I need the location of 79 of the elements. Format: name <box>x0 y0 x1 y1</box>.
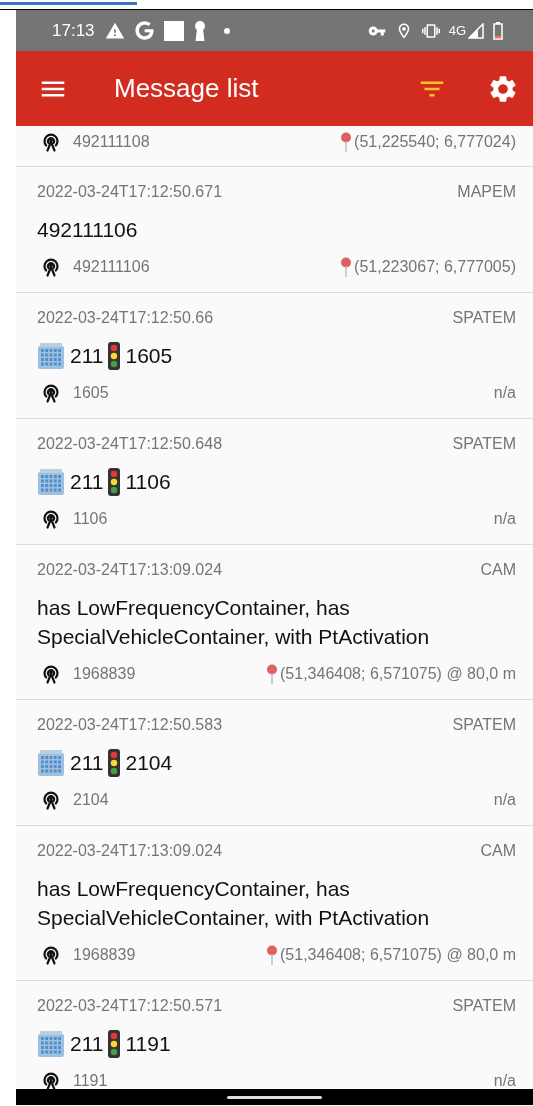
message-location: (51,225540; 6,777024) <box>354 132 516 152</box>
station-id: 1968839 <box>73 664 136 684</box>
keyhole-icon <box>193 20 206 41</box>
vibrate-icon <box>421 21 440 40</box>
signal-group-id: 1605 <box>125 343 173 369</box>
network-type: 4G <box>448 23 466 38</box>
g-icon <box>134 21 154 40</box>
message-timestamp: 2022-03-24T17:12:50.571 <box>37 996 223 1016</box>
pin-icon <box>266 664 279 684</box>
dot-icon <box>223 27 230 34</box>
message-item[interactable]: 2022-03-24T17:13:09.024 CAM has LowFrequencyContainer, has SpecialVehicleContainer, with PtActivation 1968839 (51,346408; 6,571075) @ 80,0 m <box>16 545 533 700</box>
antenna-icon <box>41 509 61 529</box>
home-handle[interactable] <box>227 1095 322 1099</box>
message-item[interactable]: 2022-03-24T17:12:50.66 SPATEM 211 1605 1605 n/a <box>16 293 533 419</box>
message-timestamp: 2022-03-24T17:12:50.648 <box>37 434 223 454</box>
message-item[interactable]: 2022-03-24T17:12:50.648 SPATEM 211 1106 1106 n/a <box>16 419 533 545</box>
intersection-id: 211 <box>70 343 104 369</box>
message-title: 492111106 <box>37 217 139 243</box>
antenna-icon <box>41 790 61 810</box>
station-id: 1106 <box>73 509 108 529</box>
antenna-icon <box>41 664 61 684</box>
intersection-id: 211 <box>70 1031 104 1057</box>
building-icon <box>37 342 65 369</box>
station-id: 492111108 <box>73 132 150 152</box>
message-type: SPATEM <box>452 996 516 1016</box>
antenna-icon <box>41 945 61 965</box>
building-icon <box>37 749 65 776</box>
message-timestamp: 2022-03-24T17:12:50.583 <box>37 715 223 735</box>
square-icon <box>163 20 184 41</box>
message-item[interactable]: 2022-03-24T17:12:50.583 SPATEM 211 2104 2104 n/a <box>16 700 533 826</box>
message-title: has LowFrequencyContainer, has SpecialVehicleContainer, with PtActivation <box>37 595 431 650</box>
message-timestamp: 2022-03-24T17:12:50.66 <box>37 308 214 328</box>
station-id: 492111106 <box>73 257 150 277</box>
signal-icon <box>468 22 484 39</box>
pin-icon <box>266 945 279 965</box>
station-id: 2104 <box>73 790 109 810</box>
intersection-id: 211 <box>70 750 104 776</box>
message-type: CAM <box>480 560 516 580</box>
message-item[interactable]: 492111108 (51,225540; 6,777024) <box>16 126 533 167</box>
message-item[interactable]: 2022-03-24T17:12:50.671 MAPEM 492111106 492111106 (51,223067; 6,777005) <box>16 167 533 293</box>
message-type: SPATEM <box>452 715 516 735</box>
antenna-icon <box>41 257 61 277</box>
signal-group-id: 2104 <box>125 750 173 776</box>
message-location: n/a <box>493 383 516 403</box>
building-icon <box>37 1030 65 1057</box>
status-time: 17:13 <box>52 20 95 41</box>
battery-icon <box>493 21 503 40</box>
message-location: (51,346408; 6,571075) @ 80,0 m <box>280 945 516 965</box>
message-item[interactable]: 2022-03-24T17:13:09.024 CAM has LowFrequencyContainer, has SpecialVehicleContainer, with PtActivation 1968839 (51,346408; 6,571075) @ 80,0 m <box>16 826 533 981</box>
message-location: n/a <box>493 509 516 529</box>
message-timestamp: 2022-03-24T17:13:09.024 <box>37 841 223 861</box>
station-id: 1968839 <box>73 945 136 965</box>
message-timestamp: 2022-03-24T17:13:09.024 <box>37 560 223 580</box>
antenna-icon <box>41 383 61 403</box>
message-location: n/a <box>493 790 516 810</box>
antenna-icon <box>41 1071 61 1089</box>
antenna-icon <box>41 132 61 152</box>
station-id: 1191 <box>73 1071 108 1089</box>
signal-group-id: 1191 <box>125 1031 171 1057</box>
intersection-id: 211 <box>70 469 104 495</box>
message-timestamp: 2022-03-24T17:12:50.671 <box>37 182 223 202</box>
signal-group-id: 1106 <box>125 469 171 495</box>
message-location: (51,223067; 6,777005) <box>354 257 516 277</box>
traffic-light-icon <box>108 341 121 370</box>
message-location: n/a <box>493 1071 516 1089</box>
message-title: has LowFrequencyContainer, has SpecialVehicleContainer, with PtActivation <box>37 876 431 931</box>
station-id: 1605 <box>73 383 109 403</box>
building-icon <box>37 468 65 495</box>
pin-icon <box>340 257 353 277</box>
message-type: SPATEM <box>452 434 516 454</box>
pin-icon <box>340 132 353 152</box>
traffic-light-icon <box>108 467 121 496</box>
app-title: Message list <box>114 73 260 104</box>
message-type: SPATEM <box>452 308 516 328</box>
traffic-light-icon <box>108 748 121 777</box>
traffic-light-icon <box>108 1029 121 1058</box>
message-type: CAM <box>480 841 516 861</box>
message-type: MAPEM <box>457 182 516 202</box>
message-location: (51,346408; 6,571075) @ 80,0 m <box>280 664 516 684</box>
